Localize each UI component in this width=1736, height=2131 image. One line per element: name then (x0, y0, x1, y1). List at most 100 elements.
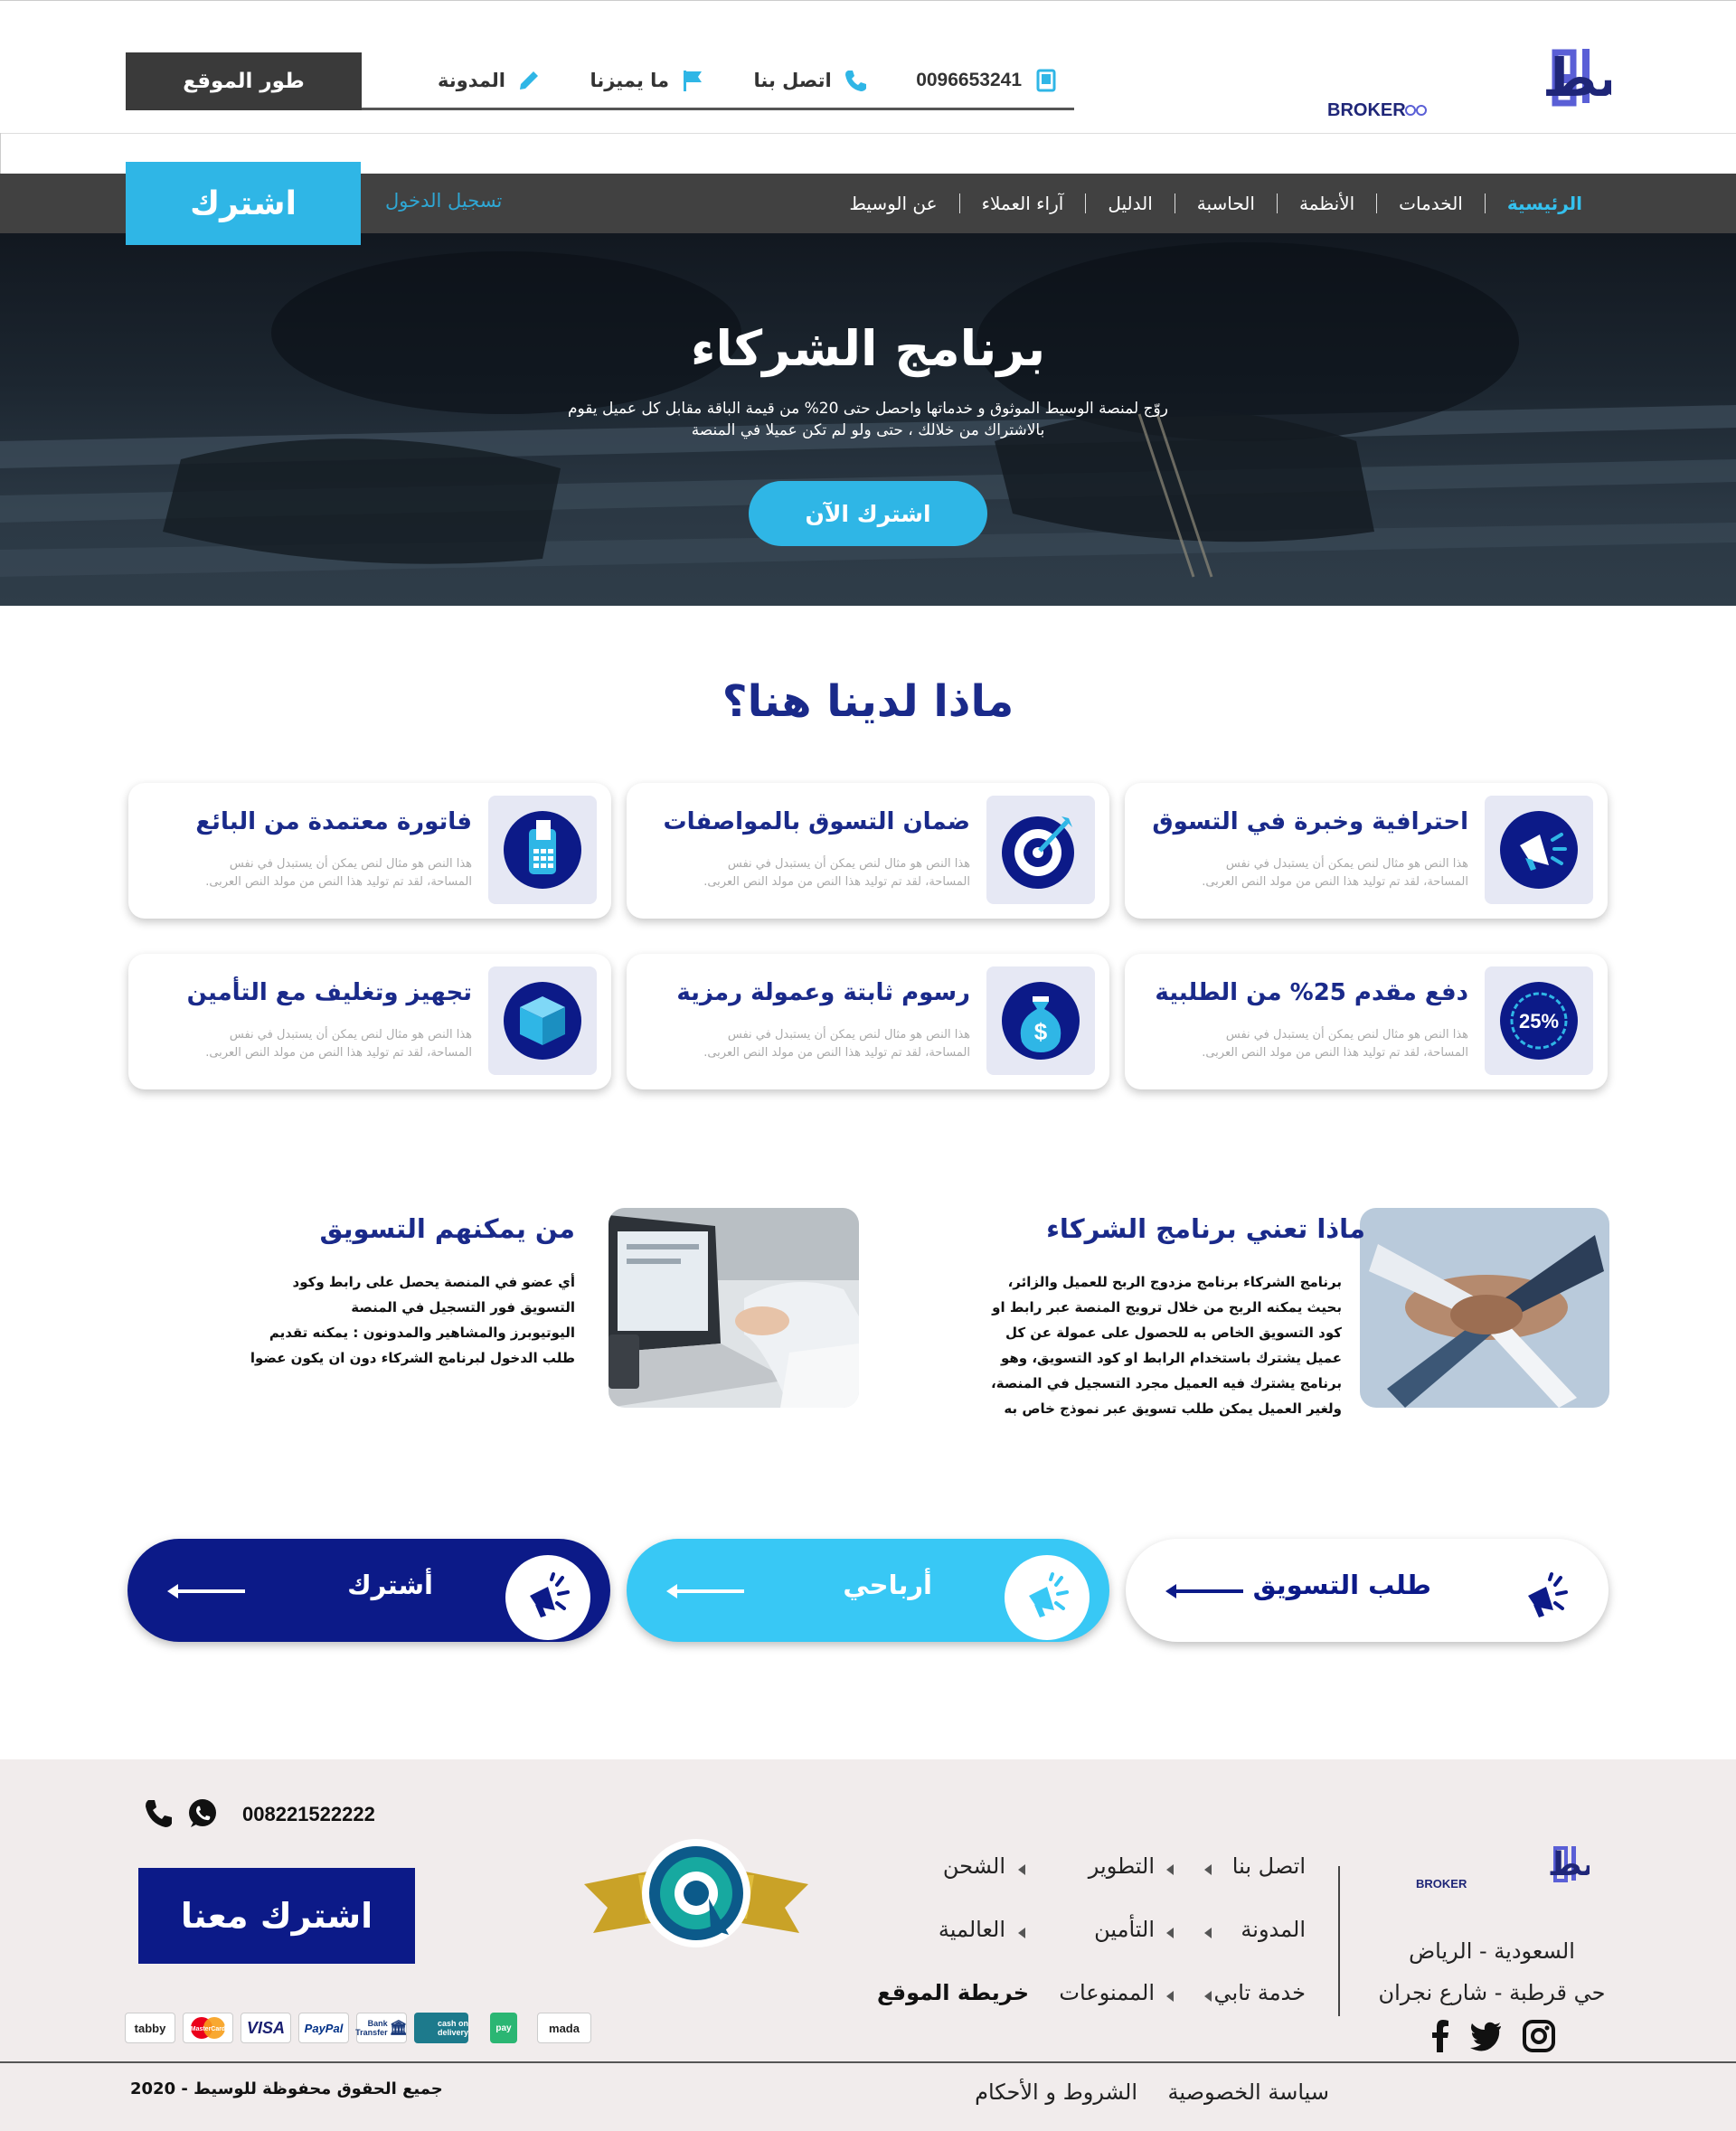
award-badge-icon (584, 1839, 808, 1947)
footer-phone-number: 008221522222 (242, 1803, 375, 1825)
footer-link-insurance[interactable]: التأمين (1094, 1917, 1155, 1942)
text-line: برنامج الشركاء برنامج مزدوج الربح للعميل… (1007, 1274, 1342, 1290)
pencil-icon (519, 71, 538, 90)
phone-handset-icon (844, 70, 866, 91)
footer-link-prohibited[interactable]: الممنوعات (1059, 1980, 1155, 2005)
logo-english-text: BROKER (1327, 100, 1406, 119)
feature-card: احترافية وخبرة في التسوق هذا النص هو مثا… (1125, 783, 1608, 919)
feature-card: تجهيز وتغليف مع التأمين هذا النص هو مثال… (128, 954, 611, 1089)
percent-25-icon: 25% (1485, 966, 1593, 1075)
blog-label: المدونة (438, 69, 505, 91)
pill-icon-circle (1504, 1555, 1589, 1640)
bullet-icon (1166, 1928, 1174, 1938)
footer-link-blog[interactable]: المدونة (1241, 1917, 1306, 1942)
site-logo[interactable]: وسط BROKER (1326, 43, 1611, 119)
bullet-icon (1166, 1991, 1174, 2002)
logo-arabic-text: وسط (1543, 47, 1611, 109)
subscribe-button[interactable]: اشترك (126, 162, 361, 245)
card-text-line: المساحة، لقد تم توليد هذا النص من مولد ا… (703, 875, 970, 889)
card-text-line: هذا النص هو مثال لنص يمكن أن يستبدل في ن… (229, 1028, 472, 1042)
hero-title: برنامج الشركاء (690, 320, 1046, 377)
card-title: تجهيز وتغليف مع التأمين (186, 979, 472, 1006)
feature-card: ضمان التسوق بالمواصفات هذا النص هو مثال … (627, 783, 1109, 919)
bullet-icon (1018, 1864, 1025, 1875)
nav-item-reviews[interactable]: آراء العملاء (958, 193, 1086, 213)
card-title: فاتورة معتمدة من البائع (195, 808, 472, 835)
features-link[interactable]: ما يميزنا (590, 68, 705, 93)
footer-bottom-divider (0, 2061, 1736, 2063)
text-line: أي عضو في المنصة يحصل على رابط وكود (292, 1274, 575, 1290)
nav-item-systems[interactable]: الأنظمة (1276, 193, 1376, 213)
phone-handset-icon[interactable] (143, 1797, 175, 1830)
terms-link[interactable]: الشروط و الأحكام (975, 2079, 1137, 2105)
nav-item-about[interactable]: عن الوسيط (827, 193, 958, 213)
bullet-icon (1166, 1864, 1174, 1875)
nav-item-services[interactable]: الخدمات (1376, 193, 1485, 213)
bank-icon: 🏛 (389, 2021, 408, 2036)
join-us-button[interactable]: اشترك معنا (138, 1868, 415, 1964)
receipt-machine-icon (488, 796, 597, 904)
top-bar-divider (0, 133, 1736, 134)
whatsapp-icon[interactable] (186, 1797, 219, 1830)
card-text-line: هذا النص هو مثال لنص يمكن أن يستبدل في ن… (1225, 1028, 1468, 1042)
card-text-line: المساحة، لقد تم توليد هذا النص من مولد ا… (205, 875, 472, 889)
card-title: دفع مقدم 25% من الطلبية (1155, 979, 1468, 1006)
arrow-left-icon (1165, 1584, 1243, 1598)
nav-item-calculator[interactable]: الحاسبة (1174, 193, 1277, 213)
login-link[interactable]: تسجيل الدخول (385, 190, 502, 212)
copyright-text: جميع الحقوق محفوظة للوسيط - 2020 (130, 2079, 443, 2098)
partners-program-text: برنامج الشركاء برنامج مزدوج الربح للعميل… (962, 1269, 1342, 1421)
bullet-icon (1204, 1928, 1212, 1938)
address-line: حي قرطبة - شارع نجران (1378, 1980, 1606, 2005)
contact-us-link[interactable]: اتصل بنا (754, 68, 868, 93)
instagram-icon[interactable] (1521, 2018, 1557, 2054)
subscribe-now-button[interactable]: اشترك الآن (749, 481, 987, 546)
my-earnings-button[interactable]: أرباحي (627, 1539, 1109, 1642)
facebook-icon[interactable] (1423, 2018, 1459, 2054)
phone-contact[interactable]: 0096653241 (916, 68, 1058, 93)
card-title: رسوم ثابتة وعمولة رمزية (676, 979, 970, 1006)
arrow-left-icon (167, 1584, 245, 1598)
features-title: ماذا لدينا هنا؟ (722, 676, 1014, 727)
card-description: هذا النص هو مثال لنص يمكن أن يستبدل في ن… (1134, 1026, 1468, 1062)
megaphone-icon (530, 1572, 570, 1617)
sitemap-link[interactable]: خريطة الموقع (877, 1980, 1029, 2005)
bank-transfer-text: Bank Transfer (355, 2019, 388, 2037)
nav-item-guide[interactable]: الدليل (1085, 193, 1174, 213)
megaphone-icon (1029, 1572, 1069, 1617)
partners-program-title: ماذا تعني برنامج الشركاء (1046, 1213, 1365, 1244)
feature-card: $ رسوم ثابتة وعمولة رمزية هذا النص هو مث… (627, 954, 1109, 1089)
footer-link-contact[interactable]: اتصل بنا (1232, 1853, 1306, 1879)
hero-description: روّج لمنصة الوسيط الموثوق و خدماتها واحص… (506, 398, 1230, 441)
mada-logo: mada (537, 2013, 591, 2043)
footer-link-shipping[interactable]: الشحن (943, 1853, 1005, 1879)
footer-link-development[interactable]: التطوير (1089, 1853, 1155, 1879)
develop-site-button[interactable]: طور الموقع (126, 52, 362, 110)
request-marketing-button[interactable]: طلب التسويق (1126, 1539, 1609, 1642)
footer-logo[interactable]: وسط BROKER (1416, 1843, 1590, 1890)
join-button[interactable]: أشترك (127, 1539, 610, 1642)
pill-label: أشترك (347, 1570, 433, 1600)
footer-link-international[interactable]: العالمية (939, 1917, 1005, 1942)
feature-card: 25% دفع مقدم 25% من الطلبية هذا النص هو … (1125, 954, 1608, 1089)
teamwork-hands-image (1360, 1208, 1609, 1408)
features-label: ما يميزنا (590, 69, 670, 91)
text-line: طلب الدخول لبرنامج الشركاء دون ان يكون ع… (250, 1350, 575, 1366)
nav-item-home[interactable]: الرئيسية (1484, 193, 1604, 213)
card-text-line: هذا النص هو مثال لنص يمكن أن يستبدل في ن… (727, 857, 970, 871)
feature-card: فاتورة معتمدة من البائع هذا النص هو مثال… (128, 783, 611, 919)
contact-us-label: اتصل بنا (753, 69, 832, 91)
box-icon (488, 966, 597, 1075)
pill-label: طلب التسويق (1252, 1570, 1431, 1600)
address-line: السعودية - الرياض (1409, 1938, 1575, 1964)
card-description: هذا النص هو مثال لنص يمكن أن يستبدل في ن… (1134, 855, 1468, 891)
twitter-icon[interactable] (1468, 2018, 1505, 2054)
who-can-market-title: من يمكنهم التسويق (319, 1213, 575, 1244)
card-text-line: هذا النص هو مثال لنص يمكن أن يستبدل في ن… (727, 1028, 970, 1042)
visa-logo: VISA (241, 2013, 291, 2043)
footer-link-tabby-service[interactable]: خدمة تابي (1214, 1980, 1306, 2005)
flag-icon (684, 70, 703, 91)
blog-link[interactable]: المدونة (438, 68, 542, 93)
privacy-policy-link[interactable]: سياسة الخصوصية (1168, 2079, 1329, 2105)
pill-icon-circle (1005, 1555, 1090, 1640)
